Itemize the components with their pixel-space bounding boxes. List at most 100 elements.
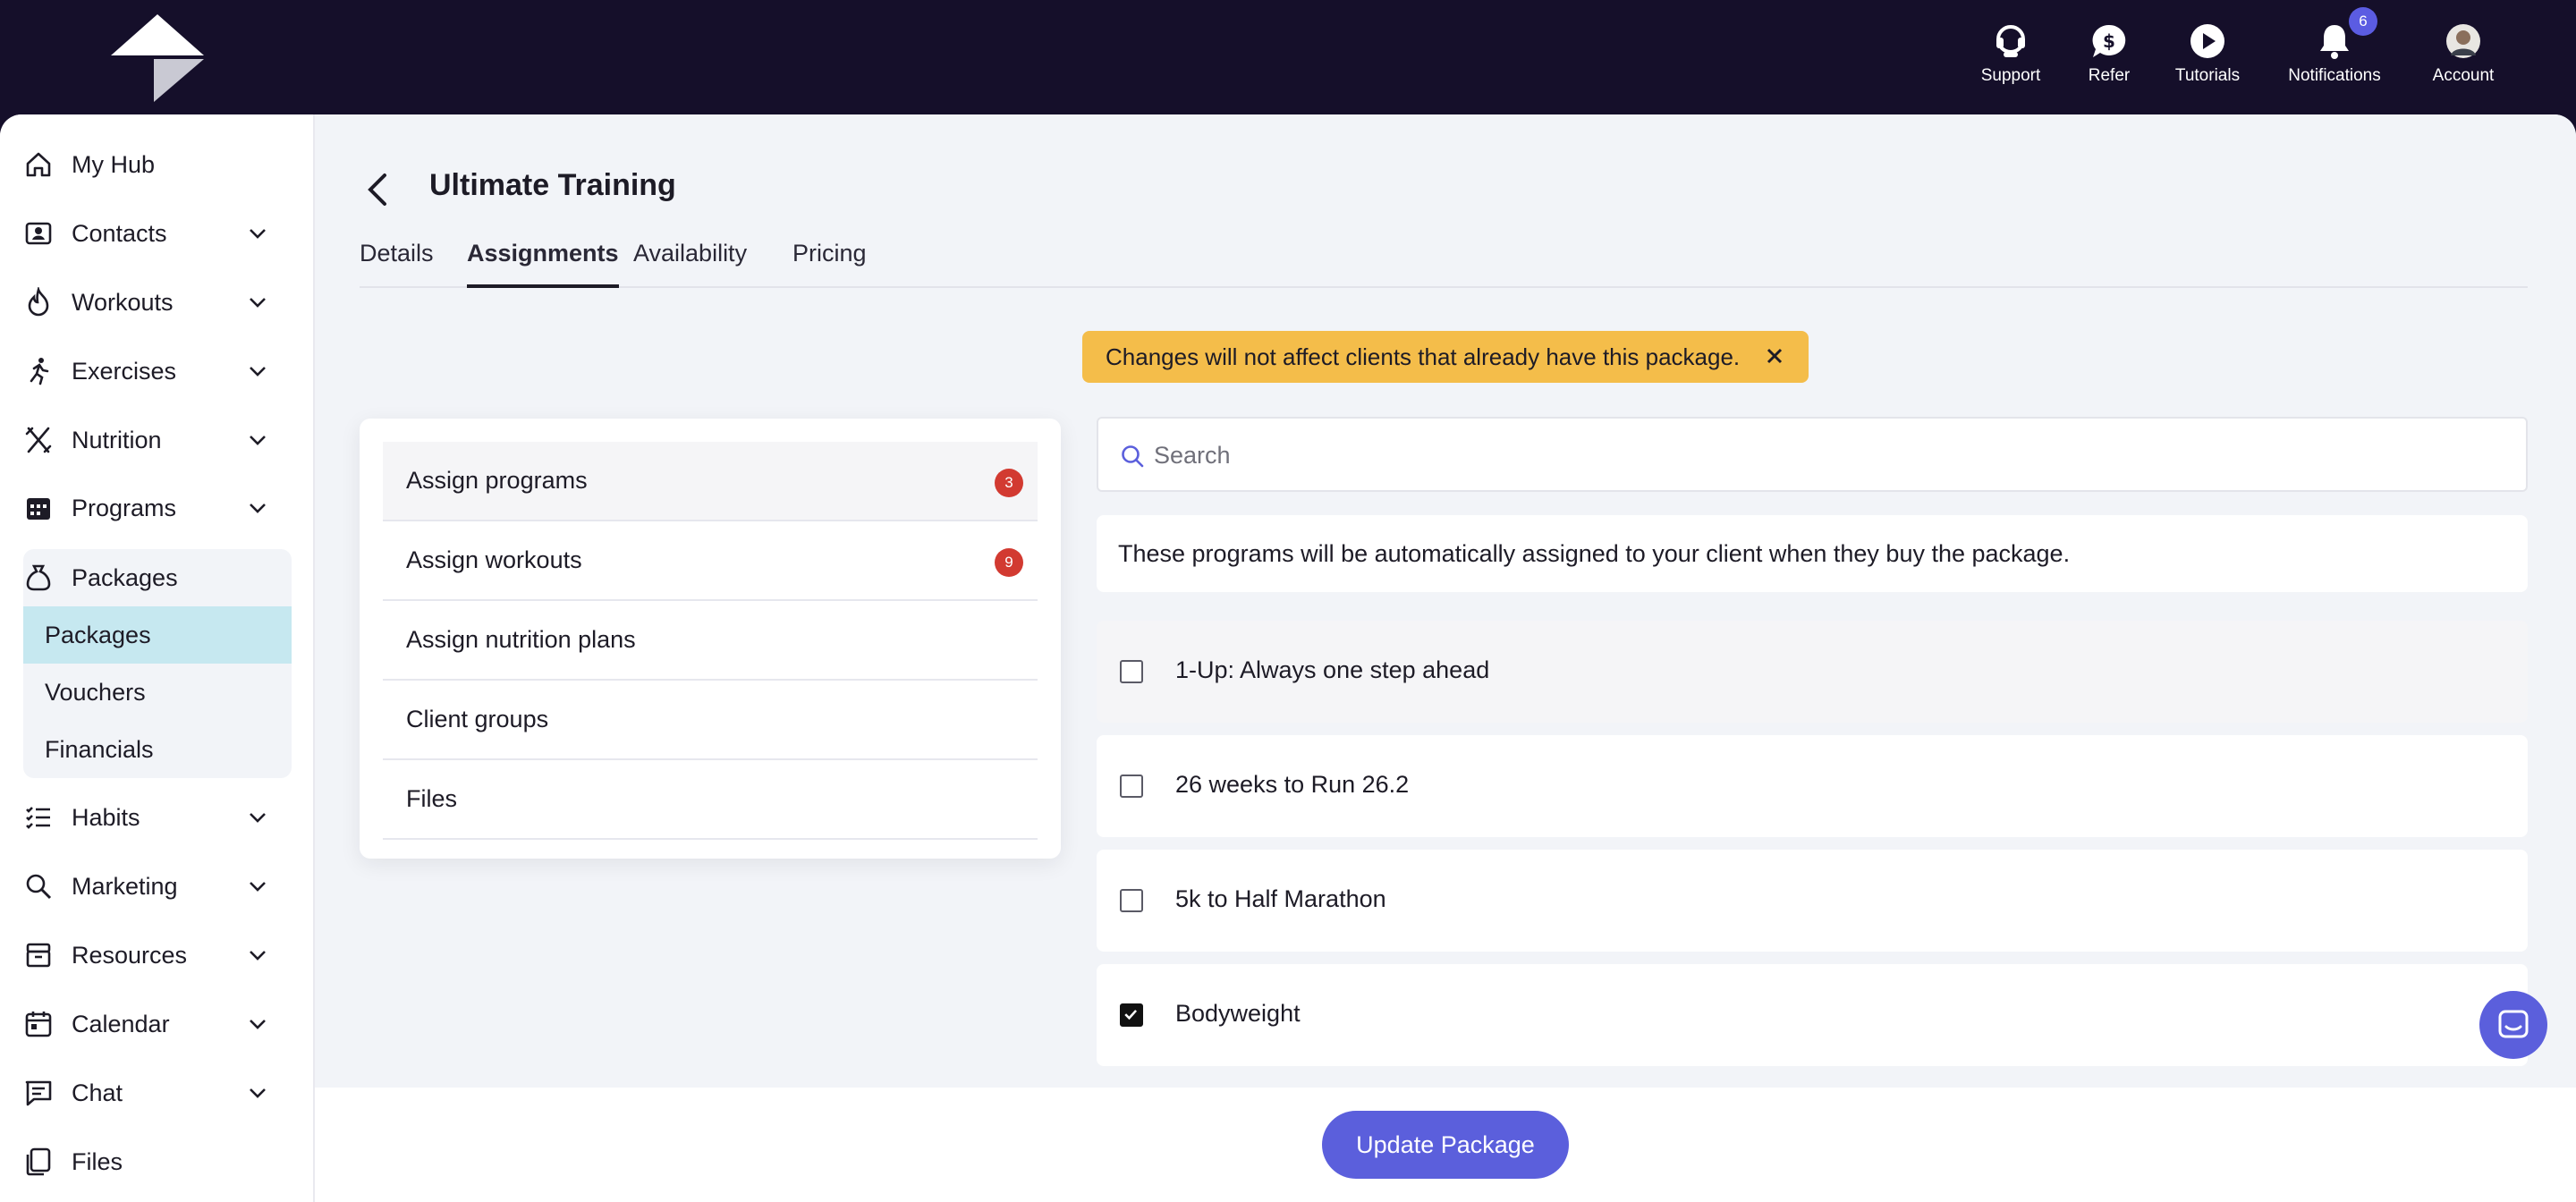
fire-icon [28, 287, 49, 317]
program-row[interactable]: 26 weeks to Run 26.2 [1097, 735, 2528, 837]
packages-submenu: Packages Packages Vouchers Financials [23, 549, 292, 778]
assign-menu-item-workouts[interactable]: Assign workouts 9 [383, 521, 1038, 601]
tab-pricing[interactable]: Pricing [792, 240, 867, 288]
files-icon [26, 1147, 51, 1176]
topnav-support[interactable]: Support [1957, 21, 2064, 86]
logo[interactable] [111, 14, 204, 102]
program-label: 5k to Half Marathon [1175, 885, 1386, 912]
sidebar-item-habits[interactable]: Habits [23, 783, 301, 851]
sidebar-item-label: Packages [72, 563, 178, 591]
topnav-notifications-label: Notifications [2288, 66, 2381, 85]
program-row[interactable]: 5k to Half Marathon [1097, 850, 2528, 952]
chevron-down-icon[interactable] [247, 944, 268, 966]
chevron-down-icon[interactable] [247, 876, 268, 897]
update-package-button[interactable]: Update Package [1322, 1111, 1569, 1179]
chevron-down-icon[interactable] [247, 292, 268, 313]
assign-menu-item-nutrition-plans[interactable]: Assign nutrition plans [383, 601, 1038, 681]
sidebar-item-chat[interactable]: Chat [23, 1059, 301, 1127]
chevron-down-icon[interactable] [247, 429, 268, 451]
program-label: 26 weeks to Run 26.2 [1175, 771, 1410, 798]
topnav-refer[interactable]: $ Refer [2055, 21, 2163, 86]
sidebar-item-programs[interactable]: Programs [23, 474, 301, 542]
support-icon [1996, 25, 2025, 57]
program-row[interactable]: 1-Up: Always one step ahead [1097, 621, 2528, 723]
topnav-notifications[interactable]: 6 Notifications [2281, 7, 2388, 86]
info-banner: Changes will not affect clients that alr… [1082, 331, 1809, 383]
archive-icon [26, 943, 51, 968]
close-icon[interactable] [1766, 347, 1784, 365]
checklist-icon [26, 807, 50, 829]
sidebar-subitem-packages[interactable]: Packages [23, 606, 292, 664]
topnav-refer-label: Refer [2088, 66, 2131, 85]
contacts-icon [25, 222, 52, 245]
sidebar-subitem-label: Financials [45, 735, 154, 763]
sidebar-item-marketing[interactable]: Marketing [23, 852, 301, 920]
calendar-icon [25, 1012, 52, 1037]
sidebar-item-workouts[interactable]: Workouts [23, 268, 301, 336]
sidebar-item-files[interactable]: Files [23, 1128, 301, 1196]
chevron-down-icon[interactable] [247, 1082, 268, 1104]
tab-availability[interactable]: Availability [633, 240, 747, 288]
chevron-down-icon[interactable] [247, 1013, 268, 1035]
assign-menu-label: Assign nutrition plans [406, 626, 636, 653]
sidebar-item-exercises[interactable]: Exercises [23, 337, 301, 405]
sidebar-item-label: Resources [72, 941, 188, 969]
tab-details[interactable]: Details [360, 240, 434, 288]
footer-bar: Update Package [315, 1088, 2576, 1202]
dollar-chat-icon: $ [2092, 24, 2126, 57]
runner-icon [30, 358, 49, 385]
calendar-grid-icon [27, 498, 50, 520]
assignment-menu: Assign programs 3 Assign workouts 9 Assi… [360, 419, 1061, 859]
tab-assignments[interactable]: Assignments [467, 240, 619, 288]
avatar [2446, 24, 2480, 58]
bell-icon [2320, 25, 2349, 59]
program-checkbox[interactable] [1120, 660, 1143, 683]
sidebar-item-label: Files [72, 1147, 123, 1175]
programs-info-text: These programs will be automatically ass… [1097, 515, 2528, 592]
home-icon [26, 152, 51, 177]
tab-bar: Details Assignments Availability Pricing [360, 240, 2528, 288]
sidebar-item-packages[interactable]: Packages [23, 549, 292, 606]
checkmark-icon [1124, 1010, 1138, 1020]
sidebar-item-label: Contacts [72, 219, 167, 247]
program-checkbox[interactable] [1120, 775, 1143, 798]
assign-menu-item-files[interactable]: Files [383, 760, 1038, 840]
search-input[interactable] [1154, 436, 2496, 474]
chevron-down-icon[interactable] [247, 807, 268, 828]
topnav-account[interactable]: Account [2410, 21, 2517, 86]
chevron-down-icon[interactable] [247, 360, 268, 382]
program-checkbox[interactable] [1120, 889, 1143, 912]
svg-text:$: $ [2103, 30, 2115, 52]
chevron-down-icon[interactable] [247, 497, 268, 519]
sidebar-item-label: Chat [72, 1079, 123, 1106]
sidebar-item-contacts[interactable]: Contacts [23, 199, 301, 267]
support-chat-launcher[interactable] [2479, 991, 2547, 1059]
count-badge: 9 [995, 548, 1023, 577]
assign-menu-label: Assign programs [406, 467, 588, 494]
back-arrow-icon[interactable] [363, 172, 392, 207]
program-label: Bodyweight [1175, 1000, 1301, 1027]
play-icon [2190, 24, 2224, 58]
sidebar-item-nutrition[interactable]: Nutrition [23, 406, 301, 474]
assign-menu-label: Client groups [406, 706, 549, 732]
sidebar-subitem-label: Vouchers [45, 678, 146, 706]
topnav-account-label: Account [2432, 66, 2495, 85]
chevron-down-icon[interactable] [247, 223, 268, 244]
assign-menu-label: Assign workouts [406, 546, 582, 573]
program-checkbox-checked[interactable] [1120, 1003, 1143, 1027]
sidebar-item-my-hub[interactable]: My Hub [23, 131, 301, 199]
sidebar-item-calendar[interactable]: Calendar [23, 990, 301, 1058]
search-box [1097, 417, 2528, 492]
sidebar-subitem-financials[interactable]: Financials [23, 721, 292, 778]
assign-menu-item-programs[interactable]: Assign programs 3 [383, 442, 1038, 521]
sidebar-item-resources[interactable]: Resources [23, 921, 301, 989]
topnav-tutorials[interactable]: Tutorials [2154, 21, 2261, 86]
assign-menu-item-client-groups[interactable]: Client groups [383, 681, 1038, 760]
sidebar-subitem-label: Packages [45, 621, 151, 648]
page-title: Ultimate Training [429, 168, 676, 202]
cutlery-icon [25, 427, 52, 453]
program-row[interactable]: Bodyweight [1097, 964, 2528, 1066]
sidebar-item-label: Habits [72, 803, 140, 831]
sidebar-subitem-vouchers[interactable]: Vouchers [23, 664, 292, 721]
assign-menu-label: Files [406, 785, 458, 812]
